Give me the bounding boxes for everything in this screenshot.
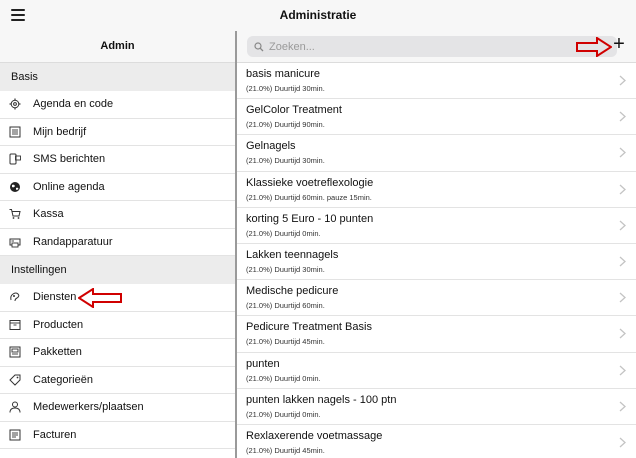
service-name: Gelnagels [246, 140, 296, 153]
sidebar-item-label: Categorieën [33, 373, 93, 386]
services-list: basis manicure (21.0%) Duurtijd 30min. G… [237, 63, 636, 458]
service-detail: (21.0%) Duurtijd 60min. [246, 301, 325, 311]
printer-icon [0, 236, 30, 248]
search-bar: + [237, 31, 636, 63]
service-detail: (21.0%) Duurtijd 0min. [246, 409, 321, 419]
sidebar: Admin Basis Agenda en code Mijn bedrijf … [0, 31, 235, 458]
plus-icon[interactable]: + [611, 34, 627, 54]
list-item[interactable]: punten (21.0%) Duurtijd 0min. [237, 353, 636, 389]
service-detail: (21.0%) Duurtijd 0min. [246, 373, 321, 383]
service-name: punten lakken nagels - 100 ptn [246, 393, 397, 406]
section-header-instellingen: Instellingen [0, 256, 235, 284]
service-name: Medische pedicure [246, 285, 339, 298]
chevron-right-icon [619, 292, 626, 303]
service-name: korting 5 Euro - 10 punten [246, 212, 374, 225]
services-pane: + basis manicure (21.0%) Duurtijd 30min.… [237, 31, 636, 458]
sidebar-item-mijn-bedrijf[interactable]: Mijn bedrijf [0, 119, 235, 146]
service-detail: (21.0%) Duurtijd 30min. [246, 84, 325, 93]
list-item[interactable]: Rexlaxerende voetmassage (21.0%) Duurtij… [237, 425, 636, 458]
chevron-right-icon [619, 220, 626, 231]
chevron-right-icon [619, 328, 626, 339]
sidebar-item-online-agenda[interactable]: Online agenda [0, 174, 235, 201]
service-detail: (21.0%) Duurtijd 60min. pauze 15min. [246, 192, 372, 202]
chevron-right-icon [619, 184, 626, 195]
service-detail: (21.0%) Duurtijd 30min. [246, 264, 325, 274]
top-bar: Administratie [0, 0, 636, 31]
sidebar-item-label: Pakketten [33, 346, 82, 359]
services-icon [0, 291, 30, 303]
service-name: Pedicure Treatment Basis [246, 321, 372, 334]
service-detail: (21.0%) Duurtijd 90min. [246, 120, 325, 130]
list-item[interactable]: Klassieke voetreflexologie (21.0%) Duurt… [237, 172, 636, 208]
service-name: basis manicure [246, 68, 320, 80]
sidebar-item-label: Online agenda [33, 180, 105, 193]
list-item[interactable]: basis manicure (21.0%) Duurtijd 30min. [237, 63, 636, 100]
service-name: Lakken teennagels [246, 248, 339, 261]
sidebar-item-label: Facturen [33, 428, 77, 441]
sidebar-item-pakketten[interactable]: Pakketten [0, 339, 235, 367]
invoice-icon [0, 429, 30, 441]
chevron-right-icon [619, 365, 626, 375]
cart-icon [0, 208, 30, 220]
chevron-right-icon [619, 401, 626, 412]
search-icon [254, 41, 264, 51]
globe-icon [0, 181, 30, 193]
sidebar-item-categorieen[interactable]: Categorieën [0, 367, 235, 394]
app-title: Administratie [279, 8, 357, 22]
sidebar-item-label: Randapparatuur [33, 235, 113, 248]
sidebar-item-label: SMS berichten [33, 153, 106, 166]
person-icon [0, 401, 30, 413]
sidebar-item-label: Producten [33, 318, 84, 331]
gear-icon [0, 98, 30, 110]
building-list-icon [0, 126, 30, 138]
chevron-right-icon [619, 75, 626, 86]
sidebar-title: Admin [0, 31, 235, 63]
service-name: GelColor Treatment [246, 104, 342, 117]
list-item[interactable]: korting 5 Euro - 10 punten (21.0%) Duurt… [237, 208, 636, 244]
chevron-right-icon [619, 147, 626, 158]
sidebar-item-label: Medewerkers/plaatsen [33, 401, 144, 414]
sidebar-item-kassa[interactable]: Kassa [0, 201, 235, 229]
sidebar-item-label: Diensten [33, 291, 77, 304]
service-detail: (21.0%) Duurtijd 45min. [246, 337, 325, 347]
sidebar-item-facturen[interactable]: Facturen [0, 422, 235, 449]
sidebar-item-label: Agenda en code [33, 98, 114, 111]
section-header-basis: Basis [0, 63, 235, 91]
service-detail: (21.0%) Duurtijd 30min. [246, 156, 325, 166]
sidebar-item-label: Kassa [33, 208, 64, 221]
service-name: Rexlaxerende voetmassage [246, 429, 383, 442]
tag-icon [0, 374, 30, 386]
service-detail: (21.0%) Duurtijd 45min. [246, 445, 325, 455]
search-field[interactable] [247, 36, 617, 57]
chevron-right-icon [619, 111, 626, 122]
list-item[interactable]: Pedicure Treatment Basis (21.0%) Duurtij… [237, 316, 636, 353]
sidebar-item-sms-berichten[interactable]: SMS berichten [0, 146, 235, 174]
service-name: punten [246, 357, 280, 370]
list-item[interactable]: Gelnagels (21.0%) Duurtijd 30min. [237, 135, 636, 172]
list-item[interactable]: punten lakken nagels - 100 ptn (21.0%) D… [237, 389, 636, 425]
list-item[interactable]: GelColor Treatment (21.0%) Duurtijd 90mi… [237, 99, 636, 136]
sidebar-item-label: Mijn bedrijf [33, 125, 87, 138]
package-icon [0, 346, 30, 358]
sidebar-item-producten[interactable]: Producten [0, 312, 235, 339]
list-item[interactable]: Medische pedicure (21.0%) Duurtijd 60min… [237, 280, 636, 317]
service-name: Klassieke voetreflexologie [246, 176, 374, 189]
sidebar-item-randapparatuur[interactable]: Randapparatuur [0, 229, 235, 256]
sidebar-item-medewerkers-plaatsen[interactable]: Medewerkers/plaatsen [0, 394, 235, 422]
phone-message-icon [0, 153, 30, 165]
search-input[interactable] [269, 40, 569, 53]
sidebar-item-agenda-en-code[interactable]: Agenda en code [0, 91, 235, 119]
chevron-right-icon [619, 437, 626, 448]
list-item[interactable]: Lakken teennagels (21.0%) Duurtijd 30min… [237, 244, 636, 281]
service-detail: (21.0%) Duurtijd 0min. [246, 228, 321, 238]
box-icon [0, 319, 30, 331]
chevron-right-icon [619, 256, 626, 267]
sidebar-item-diensten[interactable]: Diensten [0, 284, 235, 312]
